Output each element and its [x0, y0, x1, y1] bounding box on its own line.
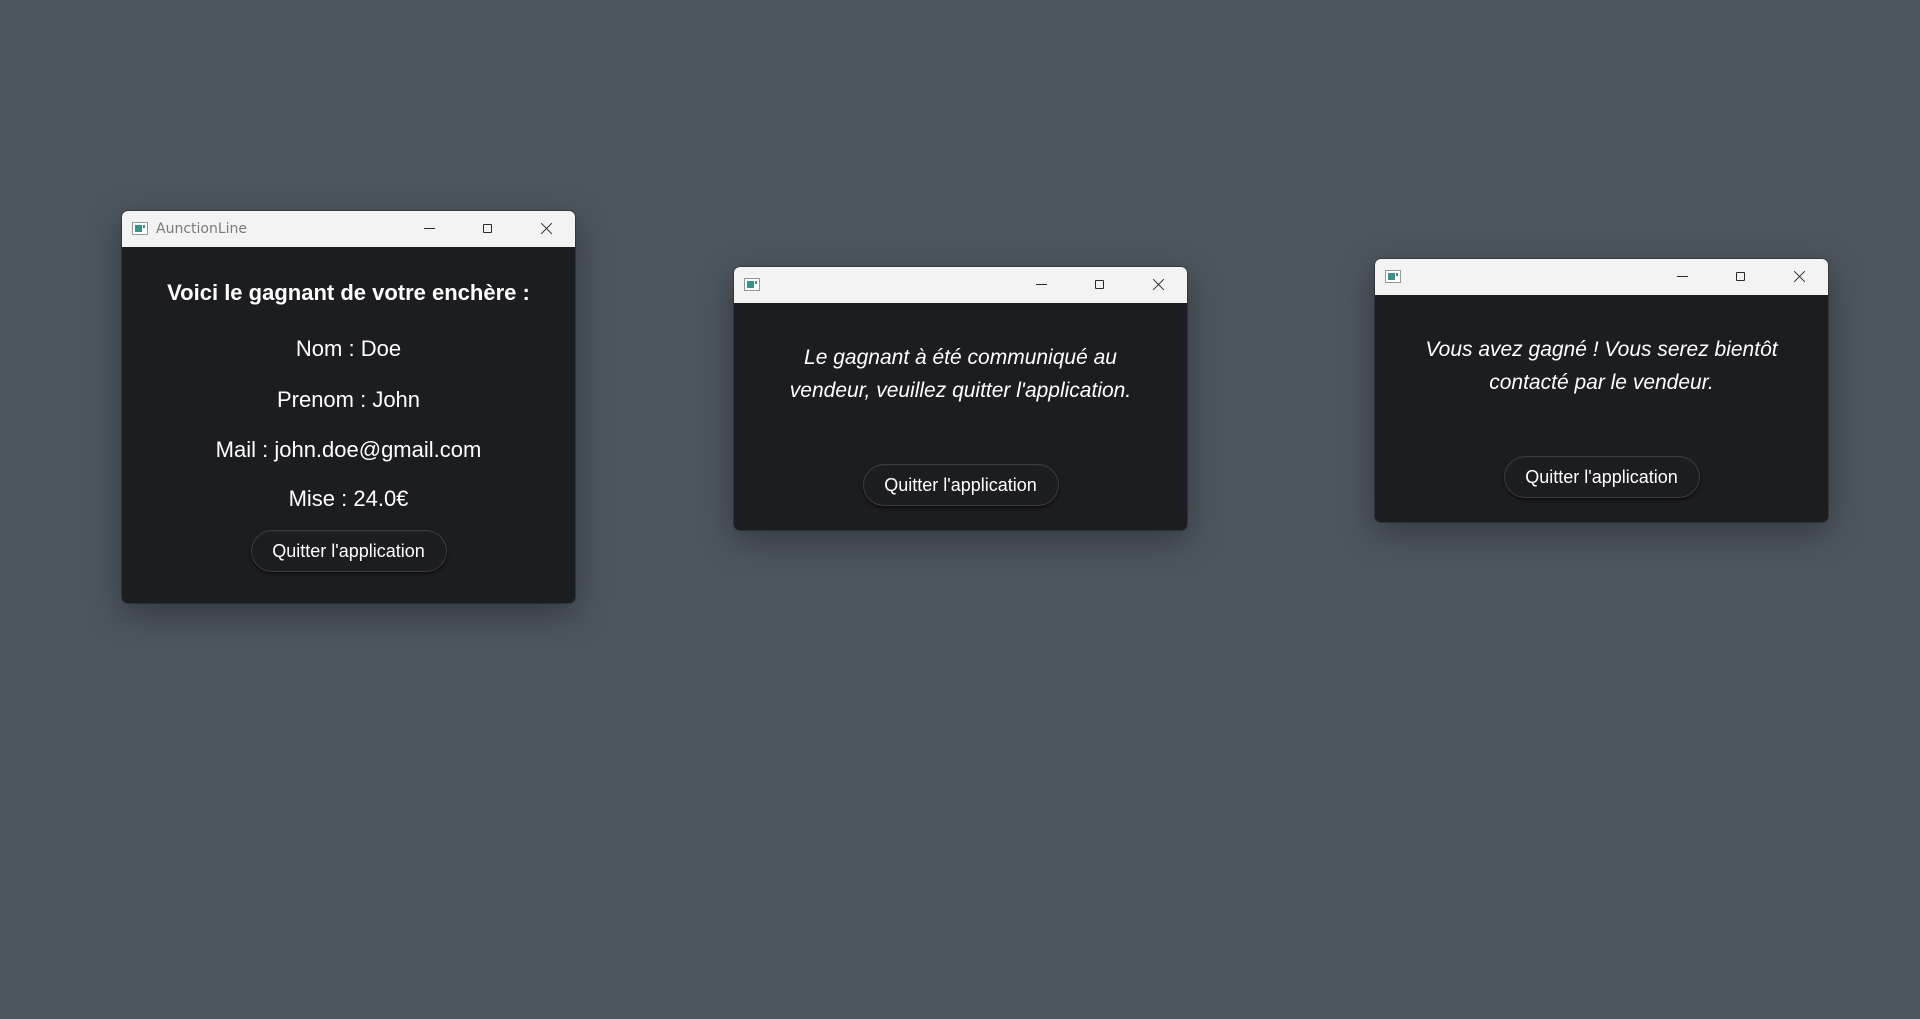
seller-notified-message: Le gagnant à été communiqué au vendeur, … — [789, 346, 1132, 402]
minimize-icon[interactable] — [1013, 267, 1071, 303]
winner-email: Mail : john.doe@gmail.com — [215, 437, 482, 462]
minimize-icon[interactable] — [401, 211, 459, 247]
winner-details-window: AunctionLine Voici le gagnant de votre e… — [122, 211, 575, 603]
minimize-icon[interactable] — [1654, 259, 1712, 295]
title-bar[interactable]: AunctionLine — [122, 211, 575, 247]
buyer-won-message: Vous avez gagné ! Vous serez bientôt con… — [1425, 338, 1778, 394]
app-window-icon — [1385, 270, 1401, 283]
winner-first-name: Prenom : John — [276, 387, 421, 412]
quit-application-button[interactable]: Quitter l'application — [862, 464, 1059, 506]
quit-application-button[interactable]: Quitter l'application — [1503, 456, 1700, 498]
buyer-won-window: Vous avez gagné ! Vous serez bientôt con… — [1375, 259, 1828, 522]
close-icon[interactable] — [517, 211, 575, 247]
title-bar[interactable] — [734, 267, 1187, 303]
app-window-icon — [744, 278, 760, 291]
maximize-icon[interactable] — [1712, 259, 1770, 295]
app-window-icon — [132, 222, 148, 235]
quit-application-button[interactable]: Quitter l'application — [250, 530, 447, 572]
seller-notification-window: Le gagnant à été communiqué au vendeur, … — [734, 267, 1187, 530]
window-title: AunctionLine — [156, 221, 248, 237]
window-content: Le gagnant à été communiqué au vendeur, … — [734, 303, 1187, 530]
close-icon[interactable] — [1129, 267, 1187, 303]
maximize-icon[interactable] — [1071, 267, 1129, 303]
maximize-icon[interactable] — [459, 211, 517, 247]
winner-heading: Voici le gagnant de votre enchère : — [167, 280, 530, 305]
winner-last-name: Nom : Doe — [295, 336, 402, 361]
title-bar[interactable] — [1375, 259, 1828, 295]
window-content: Vous avez gagné ! Vous serez bientôt con… — [1375, 295, 1828, 522]
close-icon[interactable] — [1770, 259, 1828, 295]
window-content: Voici le gagnant de votre enchère : Nom … — [122, 247, 575, 603]
winning-bid: Mise : 24.0€ — [288, 486, 409, 511]
